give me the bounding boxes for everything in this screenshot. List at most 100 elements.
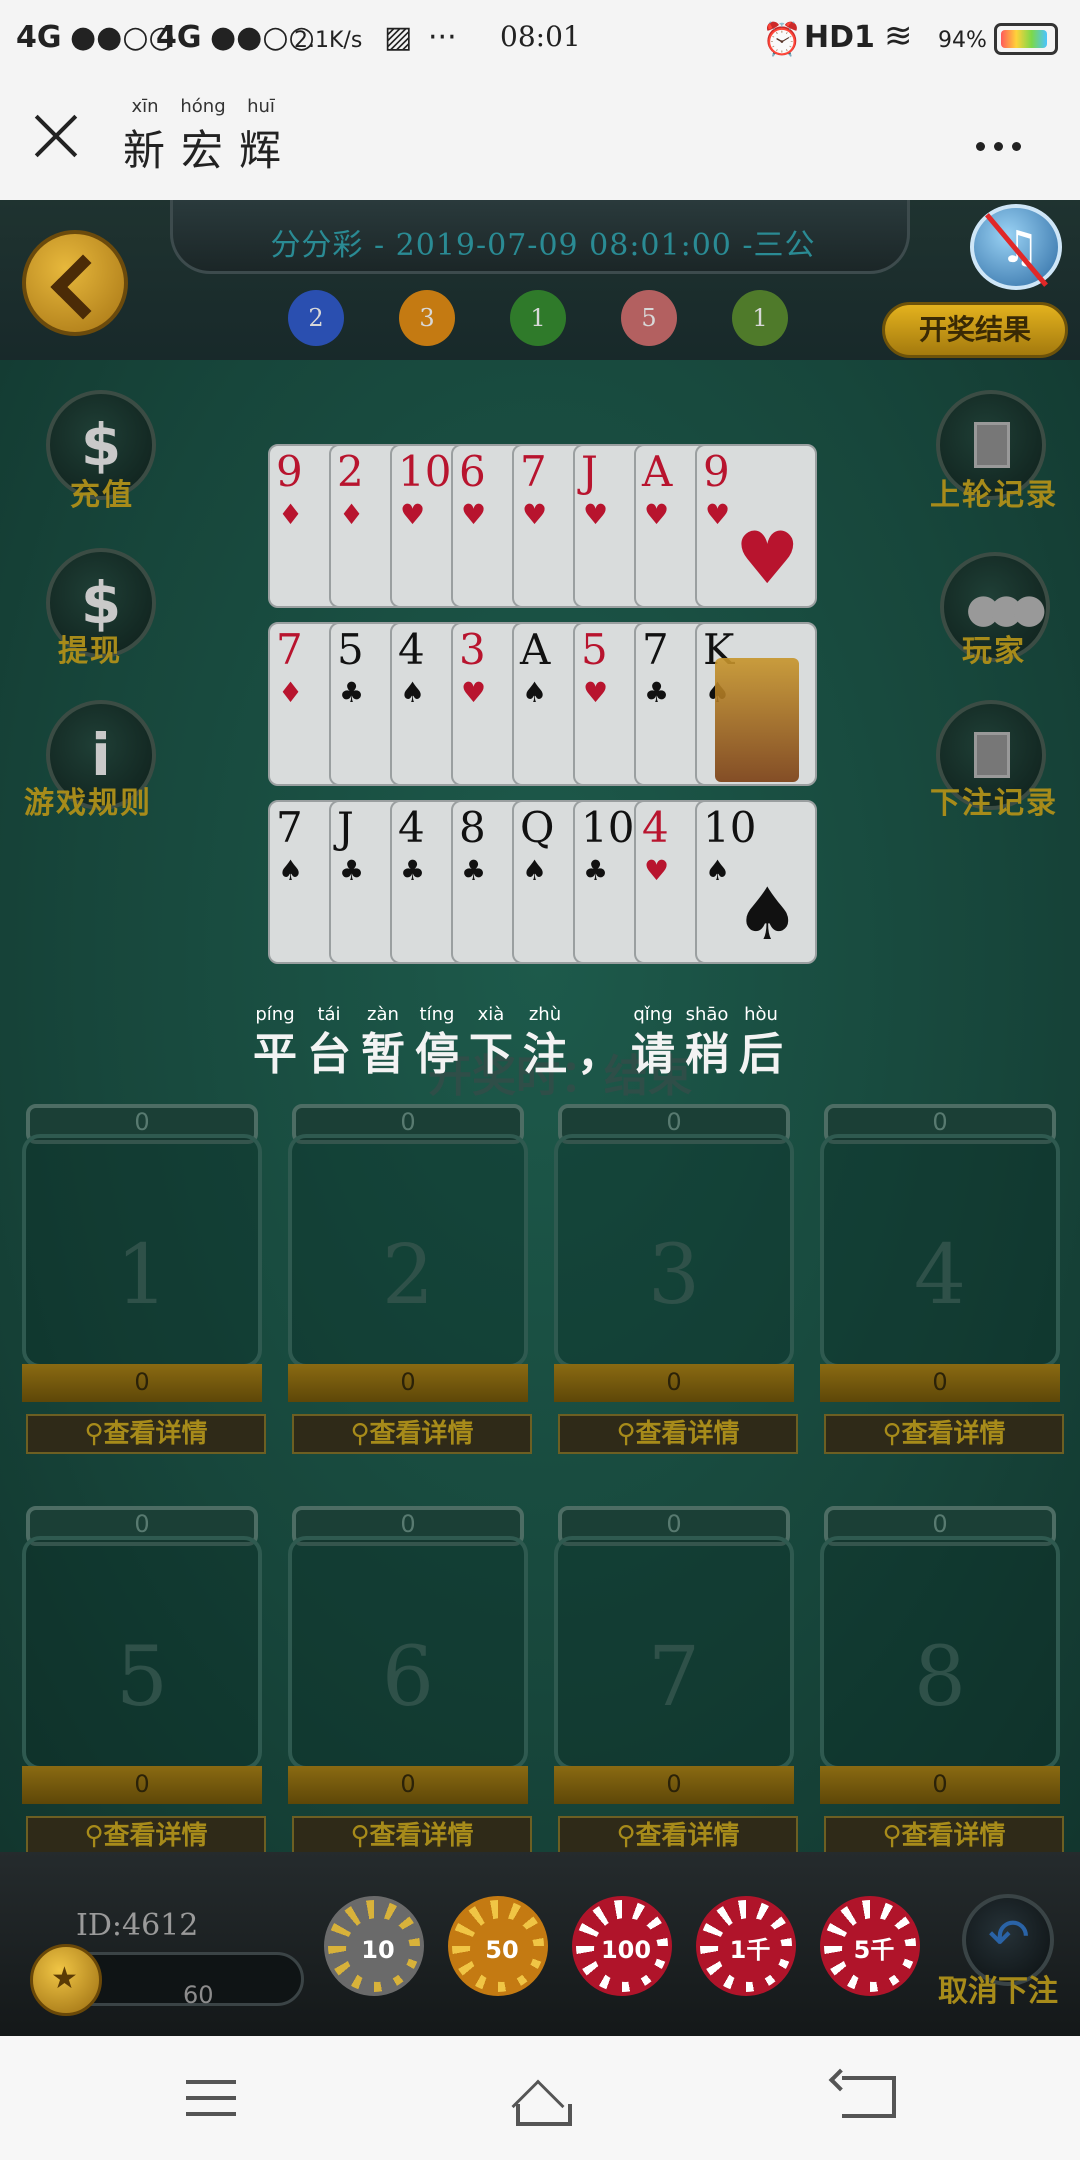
user-id: ID:4612 (76, 1908, 199, 1943)
bet-chip[interactable]: 50 (448, 1896, 548, 1996)
card-rank: 7 (642, 625, 669, 674)
card-suit: ♣ (400, 854, 426, 887)
pause-char: 稍 (685, 1029, 729, 1080)
card-rank: 7 (276, 803, 303, 852)
title-bar: xīn hóng huī 新 宏 辉 (0, 80, 1080, 200)
document-icon (974, 732, 1010, 778)
players-label: 玩家 (962, 634, 1026, 669)
pause-char: 下 (469, 1029, 513, 1080)
title-char: 辉 (238, 126, 283, 175)
withdraw-label: 提现 (58, 634, 122, 669)
bet-box[interactable]: 0 3 0 ⚲查看详情 (552, 1104, 798, 1458)
pause-char: ， (577, 1029, 621, 1080)
search-icon: ⚲ (882, 1419, 902, 1449)
search-icon: ⚲ (84, 1821, 104, 1851)
close-icon[interactable] (30, 110, 82, 162)
bet-box[interactable]: 0 4 0 ⚲查看详情 (818, 1104, 1064, 1458)
view-details-button[interactable]: ⚲查看详情 (824, 1816, 1064, 1856)
bet-number: 3 (647, 1228, 701, 1323)
bet-box[interactable]: 0 6 0 ⚲查看详情 (286, 1506, 532, 1860)
card-rank: 4 (642, 803, 669, 852)
my-bet: 0 (400, 1770, 416, 1798)
card-rank: 6 (459, 447, 486, 496)
card-suit: ♥ (400, 498, 426, 531)
bet-total: 0 (400, 1510, 416, 1538)
network-label-1: 4G (16, 20, 62, 55)
bet-box[interactable]: 0 7 0 ⚲查看详情 (552, 1506, 798, 1860)
bet-chip[interactable]: 10 (324, 1896, 424, 1996)
bet-chip[interactable]: 5千 (820, 1896, 920, 1996)
document-icon (974, 422, 1010, 468)
bet-box[interactable]: 0 5 0 ⚲查看详情 (20, 1506, 266, 1860)
card-suit: ♥ (522, 498, 548, 531)
search-icon: ⚲ (616, 1821, 636, 1851)
card-suit: ♥ (583, 498, 609, 531)
pause-char: 请 (631, 1029, 675, 1080)
round-panel: 分分彩 - 2019-07-09 08:01:00 -三公 (170, 200, 910, 274)
draw-result-button[interactable]: 开奖结果 (882, 302, 1068, 358)
back-button[interactable] (22, 230, 128, 336)
bet-total: 0 (134, 1108, 150, 1136)
image-icon: ▨ (384, 20, 413, 55)
my-bet: 0 (134, 1770, 150, 1798)
bet-chip[interactable]: 100 (572, 1896, 672, 1996)
page-title: xīn hóng huī 新 宏 辉 (116, 96, 290, 178)
bet-chip[interactable]: 1千 (696, 1896, 796, 1996)
card-rank: 10 (703, 803, 757, 852)
my-bet: 0 (666, 1368, 682, 1396)
view-details-button[interactable]: ⚲查看详情 (26, 1414, 266, 1454)
home-icon[interactable] (504, 2072, 576, 2126)
view-details-button[interactable]: ⚲查看详情 (558, 1816, 798, 1856)
view-details-button[interactable]: ⚲查看详情 (824, 1414, 1064, 1454)
battery-icon (994, 23, 1058, 55)
card-suit: ♠ (705, 854, 731, 887)
menu-icon[interactable] (186, 2080, 236, 2116)
result-dot: 2 (288, 290, 344, 346)
search-icon: ⚲ (882, 1821, 902, 1851)
card-suit: ♥ (461, 498, 487, 531)
view-details-button[interactable]: ⚲查看详情 (26, 1816, 266, 1856)
card-suit: ♥ (705, 498, 731, 531)
pause-message: 平台暂停下注，请稍后 (248, 1018, 788, 1082)
card-rank: 5 (337, 625, 364, 674)
bet-number: 5 (115, 1630, 169, 1725)
bet-box[interactable]: 0 2 0 ⚲查看详情 (286, 1104, 532, 1458)
card-suit: ♣ (339, 854, 365, 887)
card-suit: ♥ (583, 676, 609, 709)
card-rank: 8 (459, 803, 486, 852)
card-suit: ♦ (278, 676, 304, 709)
card-rank: 10 (398, 447, 452, 496)
view-details-button[interactable]: ⚲查看详情 (558, 1414, 798, 1454)
view-details-button[interactable]: ⚲查看详情 (292, 1816, 532, 1856)
bet-box[interactable]: 0 1 0 ⚲查看详情 (20, 1104, 266, 1458)
more-options-icon[interactable] (976, 136, 1032, 151)
result-dot: 1 (732, 290, 788, 346)
title-char: 宏 (180, 126, 225, 175)
card-suit: ♣ (461, 854, 487, 887)
card-suit: ♦ (339, 498, 365, 531)
bet-box[interactable]: 0 8 0 ⚲查看详情 (818, 1506, 1064, 1860)
music-toggle-button[interactable]: ♫ (970, 204, 1062, 290)
last-round-record-label: 上轮记录 (930, 478, 1058, 513)
bet-total: 0 (666, 1510, 682, 1538)
view-details-label: 查看详情 (635, 1821, 740, 1851)
result-dots: 2 3 1 5 1 (288, 290, 843, 346)
pause-char: 注 (523, 1029, 567, 1080)
back-icon[interactable] (842, 2076, 896, 2118)
view-details-button[interactable]: ⚲查看详情 (292, 1414, 532, 1454)
card-suit: ♣ (644, 676, 670, 709)
face-card-art (715, 658, 799, 782)
card-rank: 4 (398, 625, 425, 674)
bet-number: 2 (381, 1228, 435, 1323)
bet-number: 7 (647, 1630, 701, 1725)
search-icon: ⚲ (84, 1419, 104, 1449)
card-rank: J (581, 447, 598, 496)
recharge-label: 充值 (70, 478, 134, 513)
card-suit: ♥ (644, 854, 670, 887)
wifi-icon: ≋ (884, 16, 913, 56)
view-details-label: 查看详情 (103, 1821, 208, 1851)
view-details-label: 查看详情 (635, 1419, 740, 1449)
result-dot: 5 (621, 290, 677, 346)
pause-char: 暂 (361, 1029, 405, 1080)
bottom-bar: ID:4612 60 10 50 100 1千 5千 取消下注 (0, 1852, 1080, 2036)
